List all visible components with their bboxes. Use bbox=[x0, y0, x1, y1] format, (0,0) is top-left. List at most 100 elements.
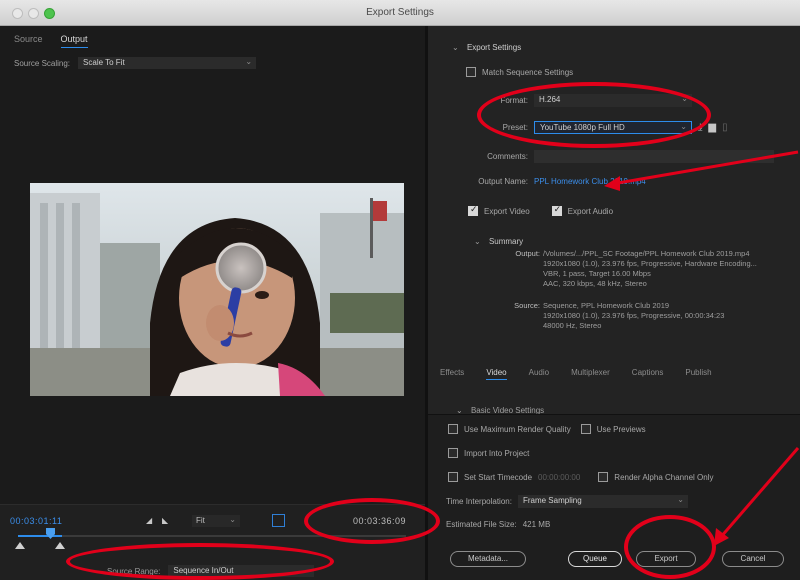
file-size-value: 421 MB bbox=[522, 520, 551, 529]
set-out-point-icon[interactable]: ◣ bbox=[162, 516, 168, 525]
preset-value: YouTube 1080p Full HD bbox=[540, 123, 625, 132]
tab-captions[interactable]: Captions bbox=[632, 368, 664, 380]
use-previews-checkbox[interactable] bbox=[580, 424, 591, 434]
queue-button[interactable]: Queue bbox=[568, 551, 622, 567]
summary-source-line: 1920x1080 (1.0), 23.976 fps, Progressive… bbox=[543, 311, 725, 320]
summary-output-line: /Volumes/.../PPL_SC Footage/PPL Homework… bbox=[543, 249, 750, 258]
summary-source-line: Sequence, PPL Homework Club 2019 bbox=[543, 301, 670, 310]
timeline-range-fill bbox=[18, 535, 62, 537]
summary-output: Output:/Volumes/.../PPL_SC Footage/PPL H… bbox=[490, 249, 757, 289]
summary-output-line: AAC, 320 kbps, 48 kHz, Stereo bbox=[543, 279, 647, 288]
tab-output[interactable]: Output bbox=[60, 34, 88, 48]
match-sequence-row: Match Sequence Settings bbox=[466, 67, 573, 77]
export-settings-header[interactable]: ⌄ Export Settings bbox=[452, 43, 521, 52]
preview-panel: Source Output Source Scaling: Scale To F… bbox=[0, 26, 425, 580]
output-name-row: Output Name: PPL Homework Club 2019.mp4 bbox=[468, 177, 646, 186]
chevron-down-icon: ⌄ bbox=[677, 495, 684, 504]
window-title: Export Settings bbox=[366, 7, 434, 18]
source-scaling-label: Source Scaling: bbox=[14, 58, 71, 68]
file-size-row: Estimated File Size: 421 MB bbox=[446, 520, 550, 529]
import-into-project-label: Import Into Project bbox=[464, 448, 530, 458]
out-point-marker[interactable] bbox=[55, 542, 65, 549]
format-dropdown[interactable]: H.264 ⌄ bbox=[534, 94, 692, 107]
delete-preset-icon[interactable]: ▯ bbox=[722, 122, 728, 133]
import-project-row: Import Into Project bbox=[448, 448, 529, 458]
render-quality-row: Use Maximum Render Quality Use Previews bbox=[448, 424, 646, 434]
start-timecode-value[interactable]: 00:00:00:00 bbox=[538, 473, 580, 482]
summary-source-line: 48000 Hz, Stereo bbox=[543, 321, 602, 330]
render-alpha-checkbox[interactable] bbox=[598, 472, 609, 482]
chevron-down-icon: ⌄ bbox=[680, 122, 687, 131]
export-button[interactable]: Export bbox=[636, 551, 696, 567]
format-row: Format: H.264 ⌄ bbox=[486, 94, 692, 107]
playback-bar: 00:03:01:11 ◢ ◣ Fit ⌄ 00:03:36:09 Source… bbox=[0, 504, 425, 580]
summary-source: Source: Sequence, PPL Homework Club 2019 … bbox=[490, 301, 724, 331]
use-previews-label: Use Previews bbox=[596, 424, 646, 434]
source-scaling-row: Source Scaling: Scale To Fit ⌄ bbox=[14, 57, 257, 69]
source-range-dropdown[interactable]: Sequence In/Out ⌄ bbox=[168, 565, 315, 577]
source-range-label: Source Range: bbox=[107, 566, 161, 576]
export-av-row: Export Video Export Audio bbox=[468, 204, 614, 216]
set-start-timecode-checkbox[interactable] bbox=[448, 472, 458, 482]
format-label: Format: bbox=[500, 96, 528, 105]
preview-tabs: Source Output bbox=[14, 34, 88, 48]
disclosure-triangle-icon: ⌄ bbox=[474, 237, 481, 246]
chevron-down-icon: ⌄ bbox=[303, 565, 311, 574]
playhead-handle[interactable] bbox=[46, 528, 55, 539]
time-interpolation-dropdown[interactable]: Frame Sampling ⌄ bbox=[517, 495, 688, 508]
start-timecode-row: Set Start Timecode 00:00:00:00 Render Al… bbox=[448, 472, 713, 482]
source-range-row: Source Range: Sequence In/Out ⌄ bbox=[107, 565, 315, 577]
render-alpha-label: Render Alpha Channel Only bbox=[614, 472, 714, 482]
title-bar: Export Settings bbox=[0, 0, 800, 26]
source-scaling-dropdown[interactable]: Scale To Fit ⌄ bbox=[78, 57, 257, 69]
preset-label: Preset: bbox=[502, 123, 528, 132]
summary-output-line: 1920x1080 (1.0), 23.976 fps, Progressive… bbox=[543, 259, 757, 268]
export-settings-panel: ⌄ Export Settings Match Sequence Setting… bbox=[428, 26, 800, 580]
import-into-project-checkbox[interactable] bbox=[448, 448, 458, 458]
summary-source-key: Source: bbox=[514, 301, 540, 310]
import-preset-icon[interactable]: ▆ bbox=[708, 122, 716, 133]
max-render-quality-label: Use Maximum Render Quality bbox=[464, 424, 571, 434]
max-render-quality-checkbox[interactable] bbox=[448, 424, 458, 434]
format-value: H.264 bbox=[539, 95, 561, 104]
tab-multiplexer[interactable]: Multiplexer bbox=[571, 368, 610, 380]
export-options-panel: Use Maximum Render Quality Use Previews … bbox=[428, 414, 800, 580]
tab-publish[interactable]: Publish bbox=[685, 368, 711, 380]
summary-output-line: VBR, 1 pass, Target 16.00 Mbps bbox=[543, 269, 651, 278]
match-sequence-checkbox[interactable] bbox=[466, 67, 476, 77]
comments-row: Comments: bbox=[474, 150, 774, 163]
chevron-down-icon: ⌄ bbox=[245, 57, 253, 66]
time-interpolation-row: Time Interpolation: Frame Sampling ⌄ bbox=[446, 495, 688, 508]
save-preset-icon[interactable]: ⤓ bbox=[698, 122, 702, 133]
tab-effects[interactable]: Effects bbox=[440, 368, 464, 380]
time-interpolation-label: Time Interpolation: bbox=[446, 497, 512, 506]
export-video-checkbox[interactable] bbox=[468, 204, 478, 216]
tab-audio[interactable]: Audio bbox=[529, 368, 549, 380]
comments-field[interactable] bbox=[534, 150, 774, 163]
tab-video[interactable]: Video bbox=[486, 368, 507, 380]
preset-dropdown[interactable]: YouTube 1080p Full HD ⌄ bbox=[534, 121, 692, 134]
zoom-fit-dropdown[interactable]: Fit ⌄ bbox=[192, 515, 240, 527]
timeline-track[interactable] bbox=[18, 535, 406, 537]
cancel-button[interactable]: Cancel bbox=[722, 551, 784, 567]
export-video-label: Export Video bbox=[484, 206, 530, 216]
file-size-label: Estimated File Size: bbox=[446, 520, 517, 529]
in-point-marker[interactable] bbox=[15, 542, 25, 549]
summary-header[interactable]: ⌄ Summary bbox=[474, 237, 523, 246]
video-preview bbox=[30, 183, 404, 396]
crop-icon[interactable] bbox=[272, 514, 285, 527]
export-settings-title: Export Settings bbox=[466, 43, 522, 52]
set-in-point-icon[interactable]: ◢ bbox=[146, 516, 152, 525]
output-name-link[interactable]: PPL Homework Club 2019.mp4 bbox=[534, 177, 646, 186]
video-frame-image bbox=[30, 183, 404, 396]
metadata-button[interactable]: Metadata... bbox=[450, 551, 526, 567]
duration-timecode: 00:03:36:09 bbox=[353, 516, 407, 526]
tab-source[interactable]: Source bbox=[14, 34, 43, 48]
current-timecode[interactable]: 00:03:01:11 bbox=[10, 516, 62, 526]
export-audio-checkbox[interactable] bbox=[551, 204, 562, 216]
export-audio-label: Export Audio bbox=[567, 206, 614, 216]
comments-label: Comments: bbox=[487, 152, 528, 161]
settings-tabs: Effects Video Audio Multiplexer Captions… bbox=[440, 368, 712, 380]
set-start-timecode-label: Set Start Timecode bbox=[464, 472, 533, 482]
summary-output-key: Output: bbox=[515, 249, 540, 258]
